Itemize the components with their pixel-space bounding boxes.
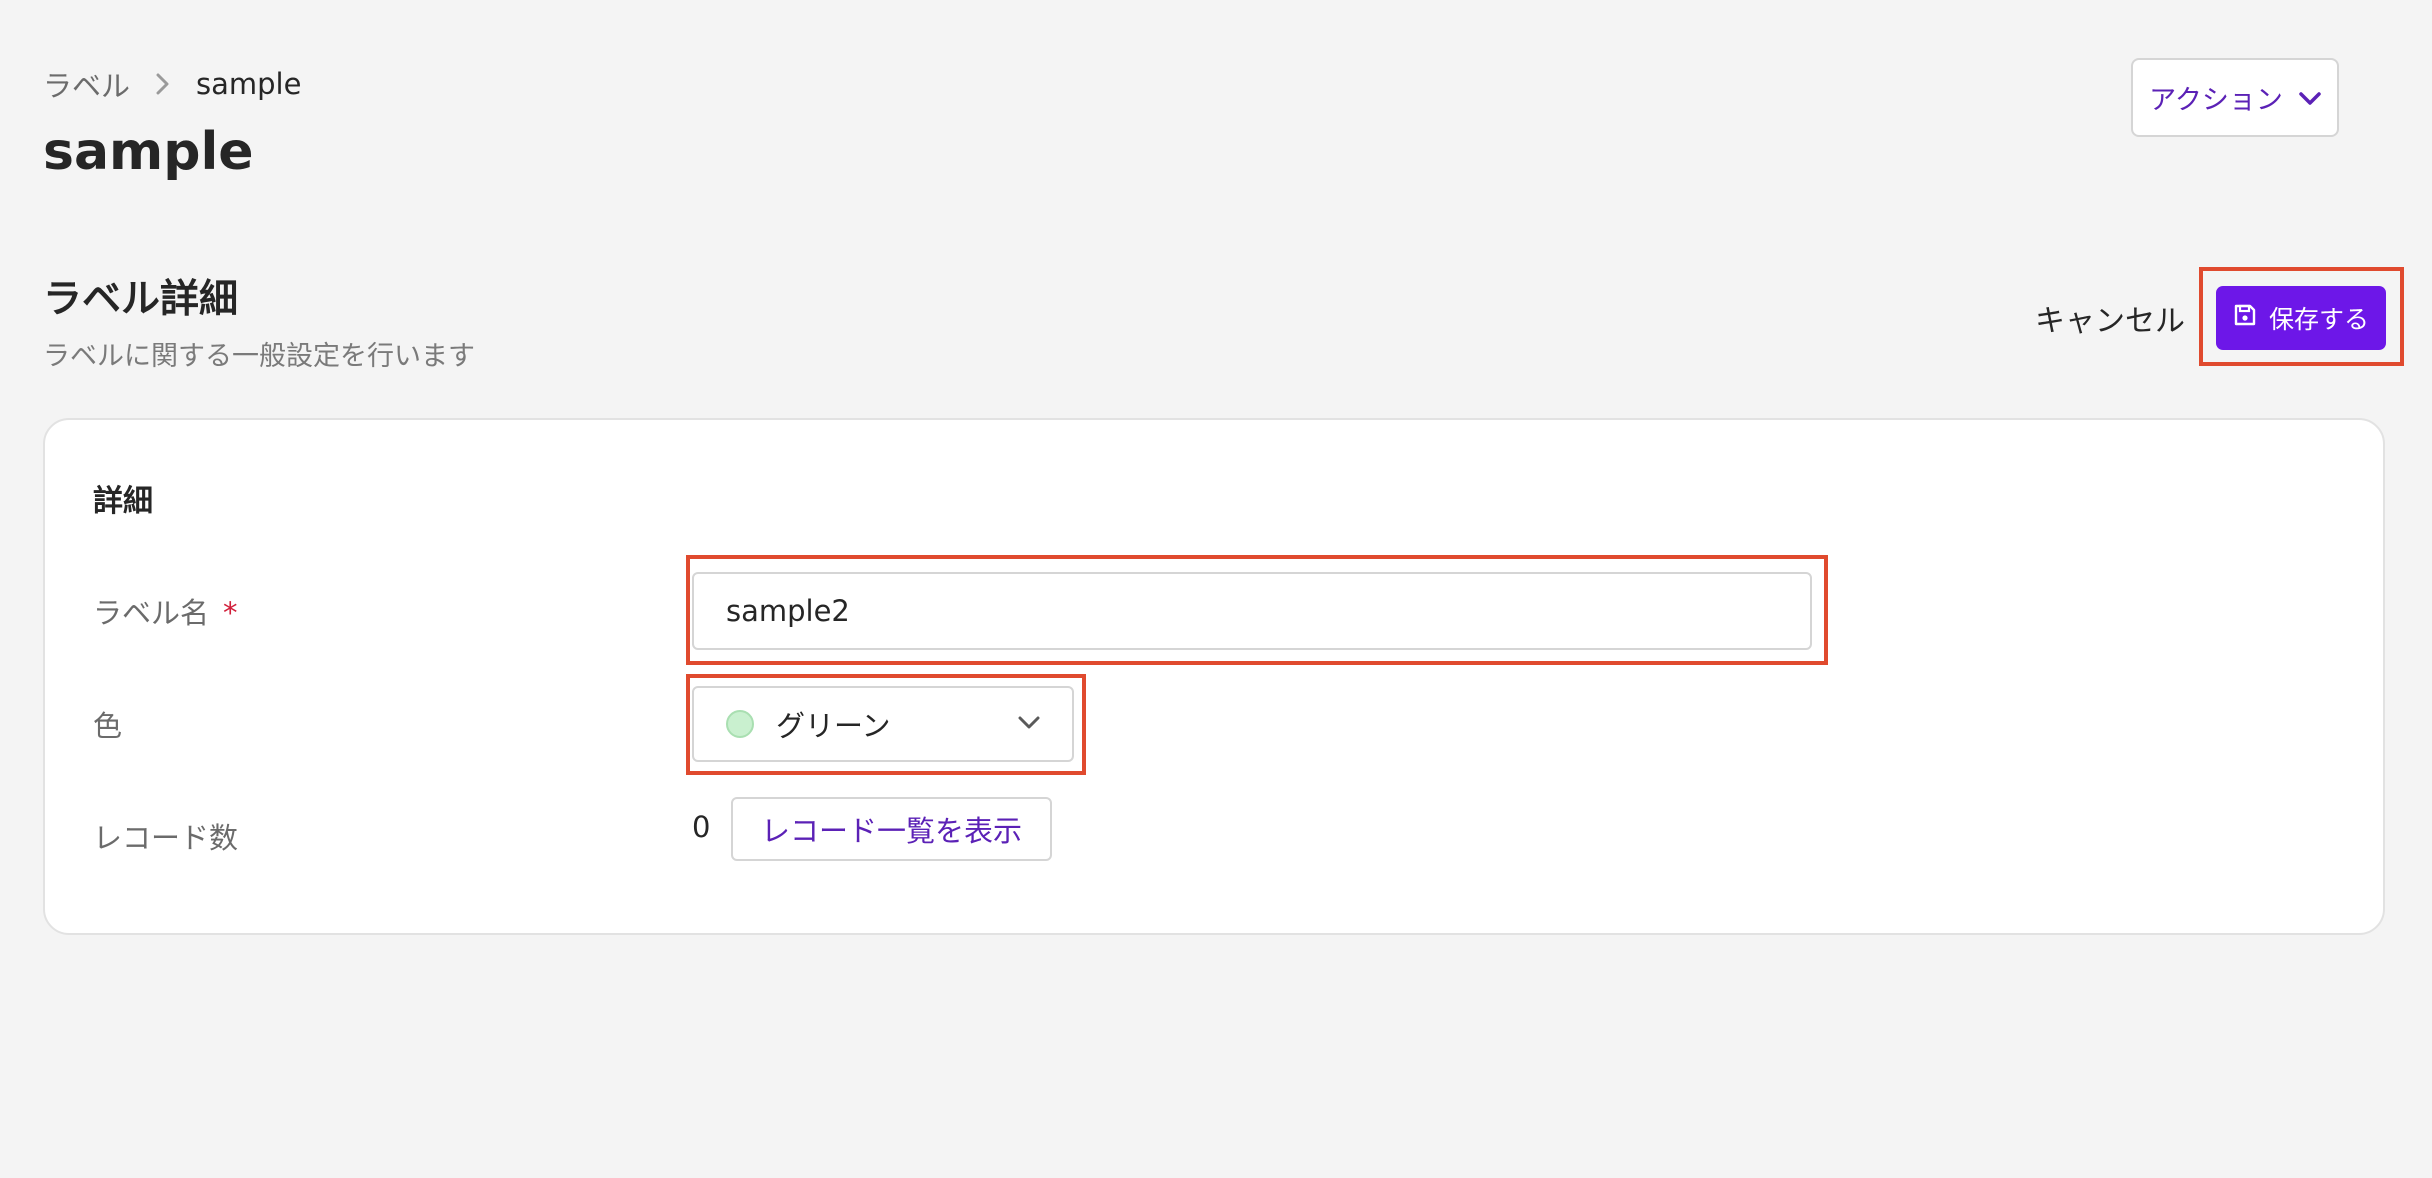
actions-label: アクション [2149,85,2283,116]
color-select[interactable]: グリーン [692,686,1074,762]
cancel-button[interactable]: キャンセル [2020,292,2200,344]
chevron-down-icon [2299,82,2321,113]
view-records-button[interactable]: レコード一覧を表示 [731,797,1052,861]
record-count-label: レコード数 [93,821,239,855]
save-button[interactable]: 保存する [2216,286,2386,350]
save-icon [2233,303,2257,333]
section-title: ラベル詳細 [43,277,239,322]
chevron-right-icon [156,73,170,95]
color-swatch [726,710,754,738]
card-title: 詳細 [93,484,153,519]
color-label: 色 [93,709,123,743]
label-name-text: ラベル名 [93,596,210,630]
chevron-down-icon [1018,715,1040,734]
breadcrumb-link-labels[interactable]: ラベル [43,63,130,105]
required-mark: * [223,596,238,630]
section-description: ラベルに関する一般設定を行います [43,341,475,372]
details-card [43,418,2385,935]
color-value: グリーン [776,709,891,743]
breadcrumb-current: sample [196,67,302,101]
record-count-value: 0 [692,810,711,844]
save-label: 保存する [2268,305,2369,334]
label-name-input[interactable] [692,572,1812,650]
page-title: sample [43,122,254,182]
label-name-label: ラベル名 * [93,590,238,632]
breadcrumb: ラベル sample [43,62,301,106]
actions-dropdown-button[interactable]: アクション [2131,58,2339,137]
